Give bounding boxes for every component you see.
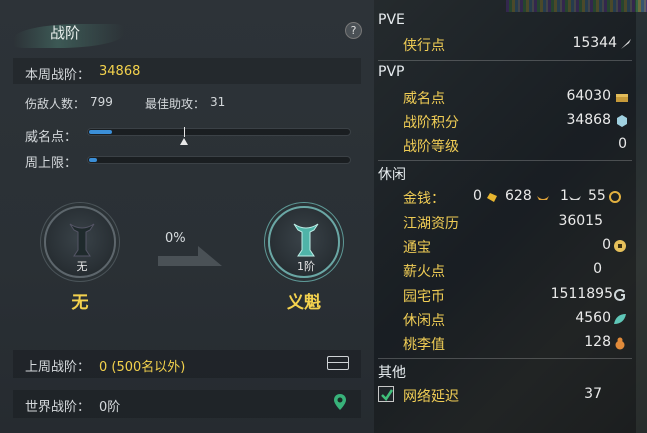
section-other-title: 其他 bbox=[378, 365, 406, 381]
stat-value: 128 bbox=[584, 334, 611, 350]
next-rank-name: 义魁 bbox=[287, 293, 321, 313]
stat-value: 0 bbox=[602, 237, 611, 253]
prestige-chest-icon bbox=[616, 94, 628, 102]
stat-value: 15344 bbox=[572, 35, 617, 51]
silver-ingot-icon bbox=[537, 196, 549, 200]
stat-row: 桃李值 128 bbox=[403, 332, 629, 354]
copper-coin-icon bbox=[609, 191, 621, 203]
next-rank-level: 1阶 bbox=[297, 260, 315, 273]
stat-row: 战阶等级 0 bbox=[403, 134, 629, 156]
help-button[interactable]: ? bbox=[345, 22, 362, 39]
world-rank-value: 0阶 bbox=[99, 400, 121, 415]
current-rank-badge: 无 bbox=[44, 206, 116, 278]
current-rank-level: 无 bbox=[76, 260, 88, 273]
money-row: 金钱： 0 628 1 55 bbox=[403, 186, 629, 208]
battle-points-icon bbox=[617, 115, 627, 127]
section-leisure-title: 休闲 bbox=[378, 167, 406, 183]
enemies-label: 伤敌人数： bbox=[25, 97, 86, 111]
scrollbar[interactable] bbox=[636, 0, 647, 433]
panel-header: 战阶 bbox=[0, 14, 374, 48]
money-label: 金钱： bbox=[403, 191, 445, 207]
panel-title: 战阶 bbox=[50, 24, 81, 42]
stat-row: 侠行点 15344 bbox=[403, 33, 631, 55]
last-week-label: 上周战阶： bbox=[25, 360, 91, 375]
stat-label: 通宝 bbox=[403, 240, 431, 256]
battle-rank-panel: 战阶 ? 本周战阶： 34868 伤敌人数： 799 最佳助攻： 31 威名点：… bbox=[0, 0, 374, 433]
prestige-progress-fill bbox=[89, 130, 112, 134]
stat-value: 4560 bbox=[575, 310, 611, 326]
stat-label: 桃李值 bbox=[403, 337, 445, 353]
copper-ingot-icon bbox=[569, 196, 581, 200]
stat-row: 休闲点 4560 bbox=[403, 308, 629, 330]
best-assist-value: 31 bbox=[210, 95, 226, 109]
stat-label: 薪火点 bbox=[403, 264, 445, 280]
weekly-rank-label: 本周战阶： bbox=[25, 68, 91, 83]
last-week-value: 0 (500名以外) bbox=[99, 360, 186, 375]
stat-value: 64030 bbox=[566, 88, 611, 104]
stat-row: 战阶积分 34868 bbox=[403, 110, 629, 132]
section-divider bbox=[378, 60, 632, 61]
world-rank-label: 世界战阶： bbox=[25, 400, 91, 415]
rank-emblem-icon bbox=[69, 223, 95, 257]
stat-label: 威名点 bbox=[403, 91, 445, 107]
stat-value: 34868 bbox=[566, 112, 611, 128]
weekly-cap-label: 周上限： bbox=[25, 156, 78, 171]
weekly-cap-progress-bar bbox=[87, 156, 351, 164]
stat-row: 江湖资历 36015 bbox=[403, 211, 629, 233]
best-assist-label: 最佳助攻： bbox=[145, 97, 206, 111]
stat-value: 0 bbox=[618, 136, 627, 152]
stat-row: 威名点 64030 bbox=[403, 86, 629, 108]
stat-value: 36015 bbox=[558, 213, 603, 229]
stat-label: 侠行点 bbox=[403, 38, 445, 54]
stat-row: 通宝 0 bbox=[403, 235, 629, 257]
current-rank-name: 无 bbox=[71, 293, 89, 313]
copper-value: 55 bbox=[588, 188, 606, 204]
location-pin-icon[interactable] bbox=[333, 393, 347, 411]
latency-row: 网络延迟 37 bbox=[403, 384, 629, 406]
stat-label: 战阶等级 bbox=[403, 139, 459, 155]
rank-emblem-icon bbox=[293, 223, 319, 257]
stat-label: 战阶积分 bbox=[403, 115, 459, 131]
prestige-label: 威名点： bbox=[25, 130, 78, 145]
section-pvp-title: PVP bbox=[378, 64, 405, 80]
leaf-icon bbox=[614, 314, 626, 324]
stat-label: 休闲点 bbox=[403, 313, 445, 329]
weekly-cap-progress-fill bbox=[89, 158, 97, 162]
house-coin-icon bbox=[614, 289, 625, 301]
latency-label: 网络延迟 bbox=[403, 389, 459, 405]
currency-panel: PVE 侠行点 15344 PVP 威名点 64030 战阶积分 34868 战… bbox=[374, 0, 647, 433]
stat-label: 江湖资历 bbox=[403, 216, 459, 232]
section-divider bbox=[378, 160, 632, 161]
gold-value: 0 bbox=[473, 188, 482, 204]
section-pve-title: PVE bbox=[378, 12, 405, 28]
enemies-value: 799 bbox=[90, 95, 113, 109]
reward-chest-icon[interactable] bbox=[327, 356, 349, 370]
stat-value: 1511895 bbox=[550, 286, 613, 302]
weekly-rank-value: 34868 bbox=[99, 64, 141, 79]
gold-ingot-icon bbox=[487, 193, 497, 202]
prestige-progress-bar bbox=[87, 128, 351, 136]
coin-icon bbox=[614, 240, 626, 252]
latency-value: 37 bbox=[584, 386, 602, 402]
stat-value: 0 bbox=[593, 261, 602, 277]
prestige-marker-arrow bbox=[180, 138, 188, 145]
prestige-marker bbox=[184, 127, 185, 137]
silver-value: 628 bbox=[505, 188, 532, 204]
feather-icon bbox=[621, 39, 631, 49]
checkmark-icon bbox=[381, 389, 394, 401]
stat-label: 园宅币 bbox=[403, 289, 445, 305]
stat-row: 薪火点 0 bbox=[403, 259, 629, 281]
gourd-icon bbox=[615, 337, 625, 350]
next-rank-badge: 1阶 bbox=[268, 206, 340, 278]
latency-checkbox[interactable] bbox=[378, 386, 394, 402]
section-divider bbox=[378, 358, 632, 359]
stat-row: 园宅币 1511895 bbox=[403, 284, 629, 306]
arrow-right-icon bbox=[158, 246, 222, 266]
